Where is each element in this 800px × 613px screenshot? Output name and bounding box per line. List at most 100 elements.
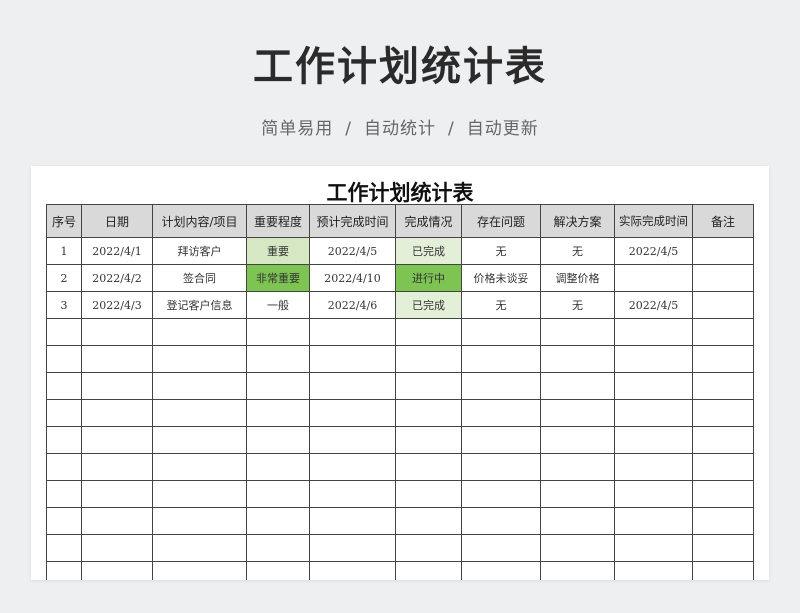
cell-status[interactable] (395, 345, 462, 373)
cell-date[interactable] (81, 561, 153, 580)
cell-content[interactable] (152, 507, 247, 535)
cell-date[interactable] (81, 426, 153, 454)
cell-issue[interactable] (461, 534, 541, 562)
cell-solution[interactable]: 无 (540, 237, 615, 265)
cell-issue[interactable]: 无 (461, 237, 541, 265)
cell-no[interactable]: 2 (46, 264, 82, 292)
cell-solution[interactable] (540, 372, 615, 400)
cell-no[interactable] (46, 507, 82, 535)
cell-note[interactable] (692, 453, 754, 481)
column-header[interactable]: 重要程度 (246, 204, 310, 238)
cell-no[interactable]: 1 (46, 237, 82, 265)
column-header[interactable]: 计划内容/项目 (152, 204, 247, 238)
cell-date[interactable] (81, 318, 153, 346)
cell-no[interactable] (46, 426, 82, 454)
cell-no[interactable] (46, 372, 82, 400)
cell-status[interactable] (395, 372, 462, 400)
cell-status[interactable] (395, 534, 462, 562)
cell-priority[interactable] (246, 480, 310, 508)
cell-status[interactable]: 进行中 (395, 264, 462, 292)
cell-issue[interactable] (461, 318, 541, 346)
cell-solution[interactable]: 调整价格 (540, 264, 615, 292)
cell-actual-date[interactable] (614, 399, 693, 427)
cell-issue[interactable]: 无 (461, 291, 541, 319)
cell-solution[interactable] (540, 561, 615, 580)
cell-expected-date[interactable] (309, 318, 396, 346)
cell-status[interactable] (395, 399, 462, 427)
cell-content[interactable]: 拜访客户 (152, 237, 247, 265)
cell-issue[interactable] (461, 453, 541, 481)
cell-date[interactable] (81, 534, 153, 562)
cell-actual-date[interactable] (614, 426, 693, 454)
cell-issue[interactable] (461, 480, 541, 508)
cell-actual-date[interactable] (614, 264, 693, 292)
cell-actual-date[interactable] (614, 318, 693, 346)
cell-content[interactable] (152, 345, 247, 373)
cell-expected-date[interactable] (309, 426, 396, 454)
cell-priority[interactable] (246, 534, 310, 562)
cell-status[interactable] (395, 426, 462, 454)
cell-actual-date[interactable] (614, 453, 693, 481)
column-header[interactable]: 解决方案 (540, 204, 615, 238)
column-header[interactable]: 序号 (46, 204, 82, 238)
cell-actual-date[interactable] (614, 507, 693, 535)
cell-solution[interactable] (540, 507, 615, 535)
cell-no[interactable] (46, 534, 82, 562)
cell-status[interactable] (395, 453, 462, 481)
cell-date[interactable] (81, 507, 153, 535)
cell-issue[interactable] (461, 561, 541, 580)
cell-solution[interactable] (540, 534, 615, 562)
cell-solution[interactable] (540, 399, 615, 427)
cell-date[interactable]: 2022/4/2 (81, 264, 153, 292)
cell-priority[interactable] (246, 426, 310, 454)
cell-expected-date[interactable]: 2022/4/10 (309, 264, 396, 292)
cell-content[interactable]: 登记客户信息 (152, 291, 247, 319)
cell-priority[interactable] (246, 507, 310, 535)
cell-actual-date[interactable] (614, 480, 693, 508)
cell-status[interactable] (395, 507, 462, 535)
cell-no[interactable] (46, 345, 82, 373)
cell-note[interactable] (692, 291, 754, 319)
cell-status[interactable]: 已完成 (395, 291, 462, 319)
cell-date[interactable] (81, 453, 153, 481)
cell-note[interactable] (692, 264, 754, 292)
cell-priority[interactable] (246, 318, 310, 346)
column-header[interactable]: 实际完成时间 (614, 204, 693, 238)
cell-no[interactable] (46, 480, 82, 508)
cell-no[interactable]: 3 (46, 291, 82, 319)
cell-content[interactable]: 签合同 (152, 264, 247, 292)
cell-solution[interactable] (540, 318, 615, 346)
cell-expected-date[interactable] (309, 534, 396, 562)
cell-no[interactable] (46, 453, 82, 481)
cell-issue[interactable] (461, 372, 541, 400)
cell-status[interactable] (395, 561, 462, 580)
cell-expected-date[interactable] (309, 561, 396, 580)
cell-content[interactable] (152, 372, 247, 400)
cell-priority[interactable] (246, 453, 310, 481)
cell-solution[interactable] (540, 345, 615, 373)
cell-content[interactable] (152, 453, 247, 481)
cell-solution[interactable] (540, 453, 615, 481)
cell-actual-date[interactable] (614, 534, 693, 562)
cell-note[interactable] (692, 480, 754, 508)
cell-priority[interactable] (246, 399, 310, 427)
column-header[interactable]: 完成情况 (395, 204, 462, 238)
cell-priority[interactable]: 一般 (246, 291, 310, 319)
cell-priority[interactable] (246, 345, 310, 373)
cell-date[interactable] (81, 399, 153, 427)
cell-expected-date[interactable] (309, 399, 396, 427)
cell-status[interactable] (395, 318, 462, 346)
cell-content[interactable] (152, 399, 247, 427)
cell-actual-date[interactable] (614, 561, 693, 580)
cell-content[interactable] (152, 480, 247, 508)
cell-status[interactable] (395, 480, 462, 508)
cell-note[interactable] (692, 318, 754, 346)
cell-expected-date[interactable]: 2022/4/6 (309, 291, 396, 319)
cell-actual-date[interactable] (614, 372, 693, 400)
cell-priority[interactable] (246, 372, 310, 400)
cell-solution[interactable]: 无 (540, 291, 615, 319)
cell-note[interactable] (692, 534, 754, 562)
cell-expected-date[interactable] (309, 507, 396, 535)
cell-no[interactable] (46, 399, 82, 427)
cell-date[interactable]: 2022/4/3 (81, 291, 153, 319)
